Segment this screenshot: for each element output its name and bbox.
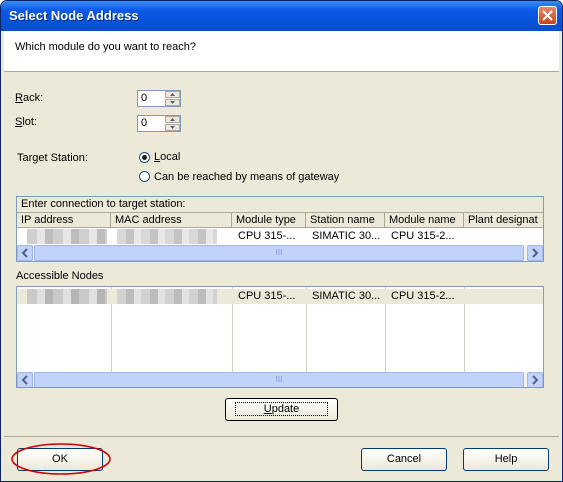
- blurred-mac-address: [117, 289, 217, 304]
- scroll-left-button[interactable]: [17, 372, 33, 387]
- help-button[interactable]: Help: [463, 448, 549, 471]
- highlight-circle: [11, 443, 111, 475]
- slot-up-button[interactable]: [165, 116, 180, 123]
- rack-up-button[interactable]: [165, 91, 180, 98]
- accessible-nodes-grid: CPU 315-... SIMATIC 30... CPU 315-2... I…: [16, 286, 544, 388]
- list-item[interactable]: CPU 315-... SIMATIC 30... CPU 315-2...: [17, 289, 543, 304]
- slot-label: Slot:: [15, 116, 38, 128]
- col-mac-address[interactable]: MAC address: [111, 213, 232, 228]
- cell-station-name: SIMATIC 30...: [312, 290, 381, 302]
- radio-gateway[interactable]: [139, 171, 150, 182]
- connection-grid: Enter connection to target station: IP a…: [16, 196, 544, 262]
- blurred-mac-address: [117, 229, 217, 244]
- radio-local[interactable]: [139, 152, 150, 163]
- cell-module-type: CPU 315-...: [238, 230, 296, 242]
- scroll-right-button[interactable]: [527, 245, 543, 261]
- cell-station-name: SIMATIC 30...: [312, 230, 381, 242]
- rack-label: Rack:: [15, 92, 44, 104]
- select-node-address-dialog: Select Node Address Which module do you …: [0, 0, 563, 482]
- close-button[interactable]: [538, 6, 557, 25]
- slot-value[interactable]: 0: [141, 117, 147, 129]
- update-button[interactable]: Update: [225, 398, 338, 421]
- radio-local-label[interactable]: Local: [154, 151, 180, 163]
- col-module-name[interactable]: Module name: [385, 213, 464, 228]
- rack-spinner[interactable]: 0: [137, 90, 181, 107]
- col-station-name[interactable]: Station name: [306, 213, 385, 228]
- close-icon: [542, 10, 553, 21]
- title-bar[interactable]: Select Node Address: [1, 1, 562, 31]
- accessible-nodes-label: Accessible Nodes: [16, 270, 104, 282]
- col-ip-address[interactable]: IP address: [17, 213, 111, 228]
- scroll-left-button[interactable]: [17, 245, 33, 261]
- cell-module-name: CPU 315-2...: [391, 230, 455, 242]
- footer-separator: [4, 436, 559, 437]
- accessible-nodes-hscrollbar[interactable]: III: [17, 372, 543, 387]
- rack-value[interactable]: 0: [141, 92, 147, 104]
- cancel-button[interactable]: Cancel: [361, 448, 447, 471]
- header-area: Which module do you want to reach?: [4, 31, 559, 72]
- radio-gateway-label[interactable]: Can be reached by means of gateway: [154, 171, 339, 183]
- scroll-thumb[interactable]: III: [34, 372, 524, 387]
- table-row[interactable]: CPU 315-... SIMATIC 30... CPU 315-2...: [17, 229, 543, 244]
- col-module-type[interactable]: Module type: [232, 213, 306, 228]
- blurred-ip-address: [27, 229, 107, 244]
- connection-grid-caption: Enter connection to target station:: [17, 197, 543, 213]
- scroll-right-button[interactable]: [527, 372, 543, 387]
- cell-module-name: CPU 315-2...: [391, 290, 455, 302]
- cell-module-type: CPU 315-...: [238, 290, 296, 302]
- col-plant-designation[interactable]: Plant designat: [464, 213, 543, 228]
- window-title: Select Node Address: [9, 8, 139, 23]
- scroll-thumb[interactable]: III: [34, 245, 524, 261]
- blurred-ip-address: [27, 289, 107, 304]
- connection-grid-hscrollbar[interactable]: III: [17, 245, 543, 261]
- target-station-label: Target Station:: [17, 152, 88, 164]
- rack-down-button[interactable]: [165, 99, 180, 106]
- slot-down-button[interactable]: [165, 124, 180, 131]
- header-question: Which module do you want to reach?: [15, 41, 196, 53]
- slot-spinner[interactable]: 0: [137, 115, 181, 132]
